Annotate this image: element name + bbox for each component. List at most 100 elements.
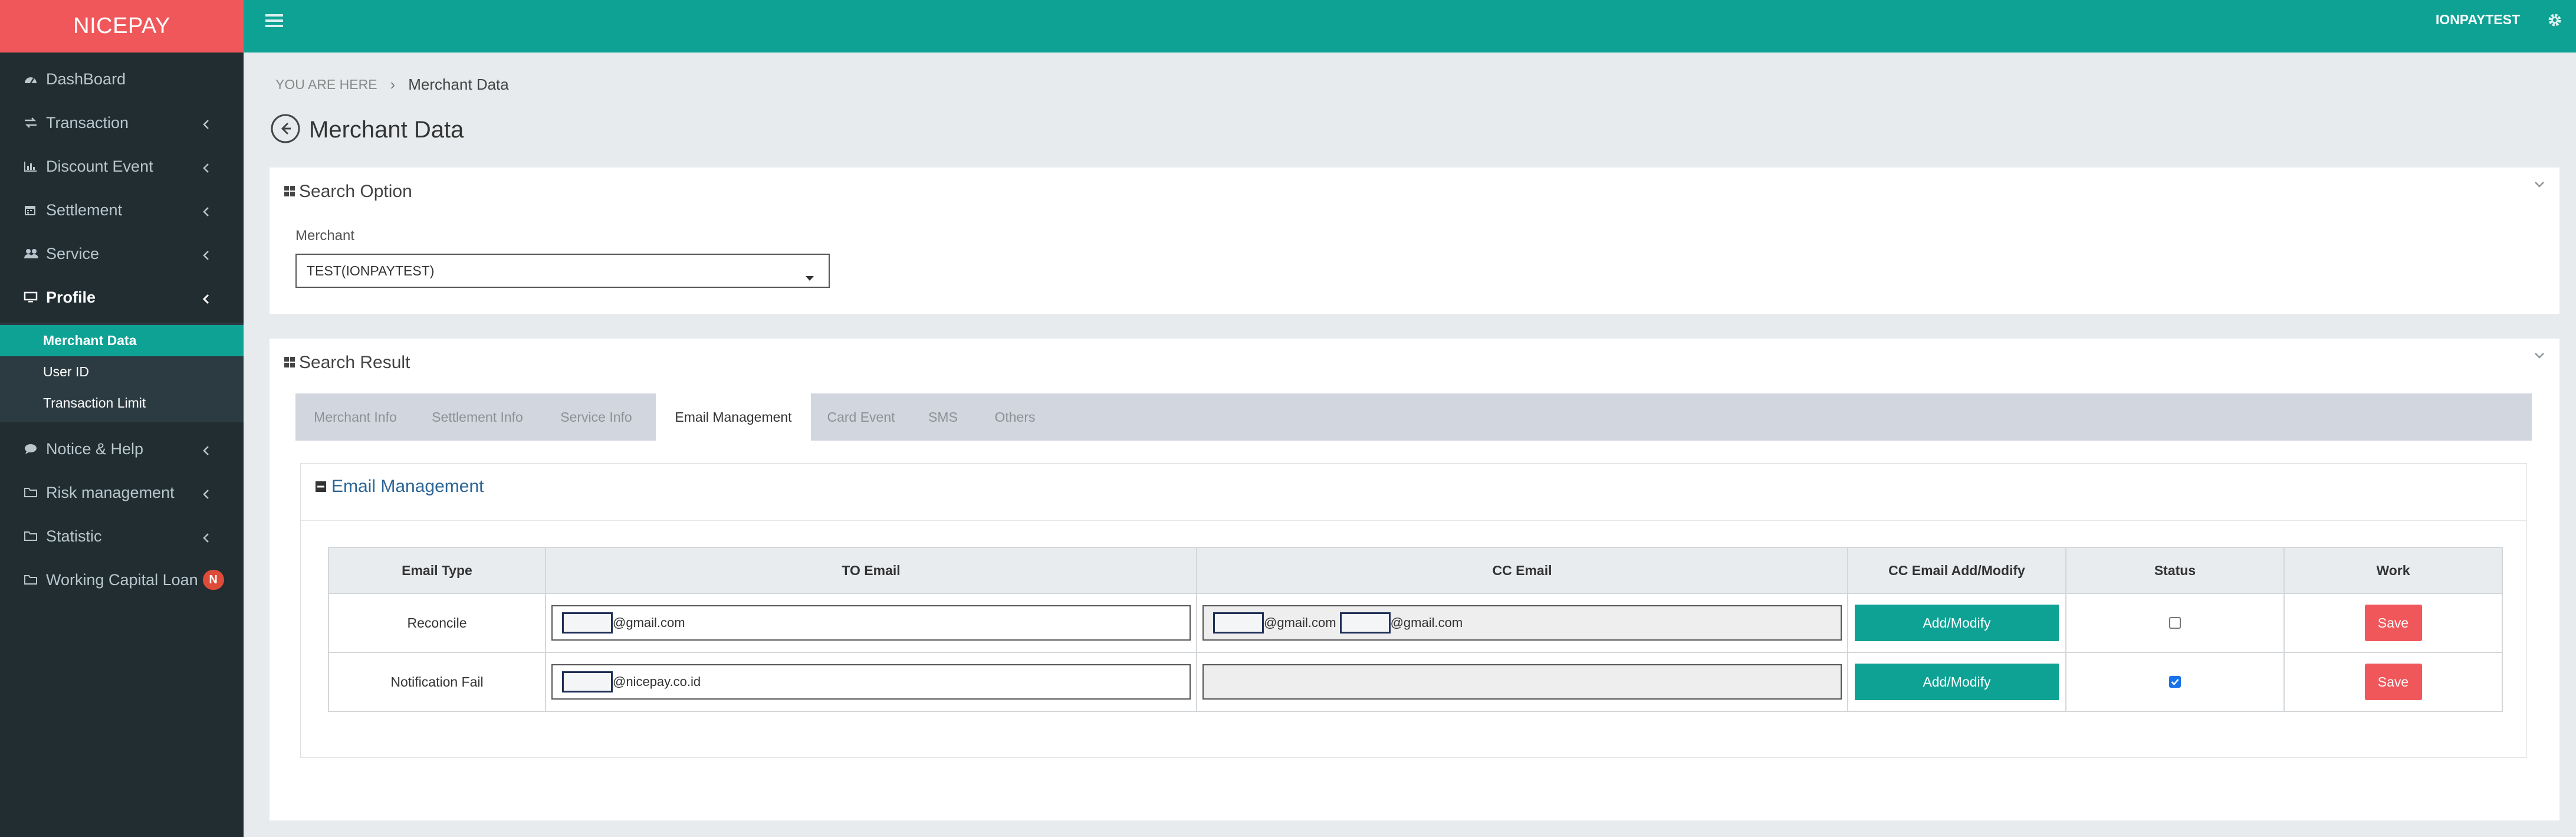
email-management-box: Email Management Email Type TO Email CC … (300, 463, 2527, 758)
redacted-block (1339, 612, 1391, 634)
dropdown-caret-icon (805, 269, 814, 285)
chevron-left-icon (202, 116, 209, 134)
exchange-icon (24, 117, 44, 129)
search-option-title: Search Option (299, 182, 412, 201)
user-menu[interactable]: IONPAYTEST (2436, 12, 2520, 28)
add-modify-button[interactable]: Add/Modify (1855, 664, 2059, 700)
sidebar-subitem-user-id[interactable]: User ID (0, 356, 244, 388)
hamburger-menu-icon[interactable] (265, 13, 283, 31)
to-email-suffix: @gmail.com (613, 615, 685, 630)
result-tabs: Merchant Info Settlement Info Service In… (295, 393, 2532, 441)
gear-icon[interactable] (2547, 12, 2563, 31)
tab-merchant-info[interactable]: Merchant Info (295, 393, 415, 441)
chevron-left-icon (202, 203, 209, 222)
monitor-icon (24, 291, 44, 303)
sidebar-item-label: Settlement (46, 201, 123, 219)
tab-email-management[interactable]: Email Management (656, 393, 811, 441)
panel-title: Search Result (284, 353, 410, 373)
status-checkbox[interactable] (2169, 676, 2181, 688)
cc-email-input: @gmail.com @gmail.com (1202, 605, 1842, 641)
top-navbar: IONPAYTEST (244, 0, 2576, 52)
dashboard-icon (24, 73, 44, 85)
page-title: Merchant Data (309, 117, 464, 143)
merchant-select[interactable]: TEST(IONPAYTEST) (295, 254, 830, 288)
collapse-chevron-icon[interactable] (2534, 352, 2545, 363)
breadcrumb-prefix: YOU ARE HERE (275, 77, 377, 92)
sidebar-item-risk-management[interactable]: Risk management (0, 471, 244, 514)
column-header: Status (2065, 547, 2285, 594)
folder-icon (24, 530, 44, 542)
table-header-row: Email Type TO Email CC Email CC Email Ad… (328, 547, 2503, 594)
table-row: Reconcile @gmail.com @gmail.com @gmail.c… (328, 593, 2503, 653)
cc-email-suffix-2: @gmail.com (1390, 615, 1463, 630)
sidebar-item-notice-help[interactable]: Notice & Help (0, 427, 244, 471)
sidebar-item-working-capital-loan[interactable]: Working Capital Loan N (0, 558, 244, 602)
cc-add-modify-cell: Add/Modify (1847, 652, 2066, 712)
tab-settlement-info[interactable]: Settlement Info (415, 393, 540, 441)
chevron-left-icon (202, 291, 209, 309)
sidebar-subitem-transaction-limit[interactable]: Transaction Limit (0, 388, 244, 419)
redacted-block (1213, 612, 1264, 634)
sidebar-item-dashboard[interactable]: DashBoard (0, 57, 244, 101)
chevron-left-icon (202, 247, 209, 265)
users-icon (24, 248, 44, 260)
save-button[interactable]: Save (2364, 605, 2422, 641)
tab-sms[interactable]: SMS (911, 393, 975, 441)
email-box-title[interactable]: Email Management (315, 477, 484, 497)
tab-others[interactable]: Others (975, 393, 1055, 441)
folder-icon (24, 574, 44, 586)
merchant-label: Merchant (295, 228, 355, 244)
breadcrumb: YOU ARE HERE › Merchant Data (275, 76, 509, 94)
save-button[interactable]: Save (2364, 664, 2422, 700)
tab-card-event[interactable]: Card Event (811, 393, 911, 441)
email-box-title-text: Email Management (331, 477, 484, 496)
collapse-chevron-icon[interactable] (2534, 180, 2545, 192)
sidebar-item-discount-event[interactable]: Discount Event (0, 145, 244, 188)
new-badge: N (202, 570, 224, 590)
email-type-cell: Notification Fail (328, 652, 546, 712)
search-result-panel: Search Result Merchant Info Settlement I… (270, 339, 2559, 820)
sidebar-item-label: Notice & Help (46, 439, 144, 458)
checkmark-icon (2171, 679, 2179, 685)
sidebar-item-label: DashBoard (46, 70, 126, 88)
sidebar-subitem-merchant-data[interactable]: Merchant Data (0, 325, 244, 356)
merchant-select-value: TEST(IONPAYTEST) (307, 262, 435, 278)
chevron-left-icon (202, 486, 209, 504)
sidebar-item-statistic[interactable]: Statistic (0, 514, 244, 558)
sidebar-item-transaction[interactable]: Transaction (0, 101, 244, 145)
calendar-icon (24, 203, 44, 216)
column-header: CC Email (1196, 547, 1848, 594)
cc-email-input (1202, 664, 1842, 700)
back-icon[interactable] (270, 113, 301, 147)
to-email-input[interactable]: @gmail.com (551, 605, 1191, 641)
tab-service-info[interactable]: Service Info (540, 393, 653, 441)
chevron-left-icon (202, 160, 209, 178)
status-checkbox[interactable] (2169, 617, 2181, 629)
sidebar-item-settlement[interactable]: Settlement (0, 188, 244, 232)
add-modify-button[interactable]: Add/Modify (1855, 605, 2059, 641)
brand-logo[interactable]: NICEPAY (0, 0, 244, 52)
folder-icon (24, 487, 44, 498)
column-header: CC Email Add/Modify (1847, 547, 2066, 594)
search-result-title: Search Result (299, 353, 410, 372)
sidebar-item-label: Service (46, 244, 100, 262)
to-email-input[interactable]: @nicepay.co.id (551, 664, 1191, 700)
column-header: TO Email (545, 547, 1197, 594)
sidebar-item-label: Risk management (46, 483, 175, 501)
cc-email-suffix-1: @gmail.com (1264, 615, 1336, 630)
chevron-left-icon (202, 530, 209, 548)
comment-icon (24, 443, 44, 455)
sidebar-item-service[interactable]: Service (0, 232, 244, 275)
redacted-block (562, 671, 613, 692)
breadcrumb-separator-icon: › (390, 76, 396, 93)
profile-submenu: Merchant Data User ID Transaction Limit (0, 323, 244, 422)
breadcrumb-current: Merchant Data (408, 76, 509, 93)
sidebar-item-profile[interactable]: Profile (0, 275, 244, 319)
table-row: Notification Fail @nicepay.co.id Add/Mod… (328, 652, 2503, 712)
column-header: Work (2283, 547, 2503, 594)
sidebar-item-label: Transaction (46, 113, 129, 132)
minus-square-icon[interactable] (315, 481, 327, 493)
sidebar-item-label: Discount Event (46, 157, 153, 175)
email-type-cell: Reconcile (328, 593, 546, 653)
sidebar-item-label: Working Capital Loan (46, 570, 198, 589)
